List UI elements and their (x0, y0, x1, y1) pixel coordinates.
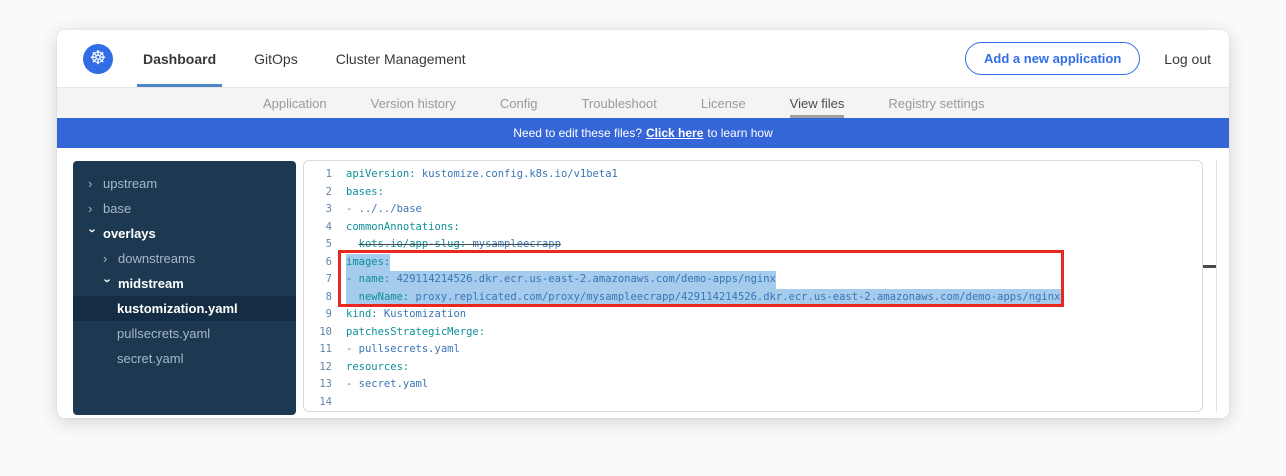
line-number: 7 (304, 271, 332, 289)
add-new-application-button[interactable]: Add a new application (965, 42, 1140, 75)
tree-item-label: pullsecrets.yaml (117, 326, 210, 341)
tree-item-label: overlays (103, 226, 156, 241)
chevron-down-icon: › (87, 229, 100, 239)
top-bar: ☸ Dashboard GitOps Cluster Management Add … (57, 30, 1229, 88)
folder-overlays[interactable]: ›overlays (73, 221, 296, 246)
selected-text: images: (346, 254, 390, 272)
code-text: commonAnnotations: (332, 219, 460, 237)
view-files-content: ›upstream›base›overlays›downstreams›mids… (57, 148, 1229, 418)
editor-scrollbar-track (1216, 160, 1217, 412)
selected-text: - name: 429114214526.dkr.ecr.us-east-2.a… (346, 271, 776, 289)
code-line-4: 4commonAnnotations: (304, 219, 1202, 237)
admin-console-window: ☸ Dashboard GitOps Cluster Management Add … (57, 30, 1229, 418)
code-line-1: 1apiVersion: kustomize.config.k8s.io/v1b… (304, 166, 1202, 184)
code-line-10: 10patchesStrategicMerge: (304, 324, 1202, 342)
folder-upstream[interactable]: › upstream (73, 171, 296, 196)
banner-text: Need to edit these files? (513, 126, 642, 140)
line-number: 14 (304, 394, 332, 412)
tree-item-label: secret.yaml (117, 351, 183, 366)
file-pullsecrets-yaml[interactable]: pullsecrets.yaml (73, 321, 296, 346)
line-number: 3 (304, 201, 332, 219)
tree-item-label: base (103, 201, 131, 216)
app-nav-tab-license[interactable]: License (701, 88, 746, 118)
folder-base[interactable]: › base (73, 196, 296, 221)
code-text: - name: 429114214526.dkr.ecr.us-east-2.a… (332, 271, 776, 289)
chevron-down-icon: › (102, 279, 115, 289)
line-number: 9 (304, 306, 332, 324)
top-bar-spacer (472, 30, 965, 87)
application-nav: Application Version history Config Troubles… (57, 88, 1229, 118)
tree-item-label: kustomization.yaml (117, 301, 238, 316)
line-number: 4 (304, 219, 332, 237)
code-text: - secret.yaml (332, 376, 428, 394)
edit-files-banner: Need to edit these files? Click here to … (57, 118, 1229, 148)
text-cursor (1061, 290, 1063, 302)
app-nav-tab-troubleshoot[interactable]: Troubleshoot (581, 88, 656, 118)
code-text: images: (332, 254, 390, 272)
code-text: - pullsecrets.yaml (332, 341, 460, 359)
app-nav-tab-application[interactable]: Application (263, 88, 327, 118)
code-line-7: 7 - name: 429114214526.dkr.ecr.us-east-2.… (304, 271, 1202, 289)
code-text: bases: (332, 184, 384, 202)
app-nav-tab-version-history[interactable]: Version history (371, 88, 456, 118)
editor-scrollbar-thumb[interactable] (1203, 265, 1216, 268)
line-number: 10 (304, 324, 332, 342)
app-nav-tab-view-files[interactable]: View files (790, 88, 845, 118)
kubernetes-logo-icon: ☸ (83, 44, 113, 74)
line-number: 12 (304, 359, 332, 377)
chevron-right-icon: › (88, 177, 98, 190)
file-kustomization-yaml[interactable]: kustomization.yaml (73, 296, 296, 321)
code-text: kind: Kustomization (332, 306, 466, 324)
top-nav-tab-gitops[interactable]: GitOps (248, 30, 304, 87)
code-text (332, 394, 346, 412)
file-secret-yaml[interactable]: secret.yaml (73, 346, 296, 371)
line-number: 2 (304, 184, 332, 202)
line-number: 11 (304, 341, 332, 359)
chevron-right-icon: › (103, 252, 113, 265)
banner-suffix: to learn how (707, 126, 772, 140)
line-number: 13 (304, 376, 332, 394)
code-editor[interactable]: 1apiVersion: kustomize.config.k8s.io/v1b… (303, 160, 1203, 412)
top-nav-tabs: Dashboard GitOps Cluster Management (137, 30, 472, 87)
code-text: patchesStrategicMerge: (332, 324, 485, 342)
tree-item-label: upstream (103, 176, 157, 191)
code-text: kots.io/app-slug: mysampleecrapp (332, 236, 561, 254)
selected-text: newName: proxy.replicated.com/proxy/mysa… (346, 289, 1063, 307)
top-nav-tab-dashboard[interactable]: Dashboard (137, 30, 222, 87)
chevron-right-icon: › (88, 202, 98, 215)
folder-midstream[interactable]: ›midstream (73, 271, 296, 296)
line-number: 5 (304, 236, 332, 254)
code-line-8: 8 newName: proxy.replicated.com/proxy/my… (304, 289, 1202, 307)
line-number: 1 (304, 166, 332, 184)
code-line-6: 6 images: (304, 254, 1202, 272)
app-nav-tab-config[interactable]: Config (500, 88, 538, 118)
code-line-12: 12resources: (304, 359, 1202, 377)
code-line-11: 11- pullsecrets.yaml (304, 341, 1202, 359)
code-line-9: 9kind: Kustomization (304, 306, 1202, 324)
code-text: newName: proxy.replicated.com/proxy/mysa… (332, 289, 1063, 307)
code-line-2: 2bases: (304, 184, 1202, 202)
folder-downstreams[interactable]: › downstreams (73, 246, 296, 271)
code-line-13: 13- secret.yaml (304, 376, 1202, 394)
line-number: 6 (304, 254, 332, 272)
code-text: - ../../base (332, 201, 422, 219)
tree-item-label: downstreams (118, 251, 195, 266)
tree-item-label: midstream (118, 276, 184, 291)
banner-click-here-link[interactable]: Click here (646, 126, 703, 140)
log-out-button[interactable]: Log out (1164, 51, 1211, 67)
top-nav-tab-cluster-management[interactable]: Cluster Management (330, 30, 472, 87)
code-line-3: 3- ../../base (304, 201, 1202, 219)
code-text: apiVersion: kustomize.config.k8s.io/v1be… (332, 166, 618, 184)
code-line-5: 5 kots.io/app-slug: mysampleecrapp (304, 236, 1202, 254)
code-line-14: 14 (304, 394, 1202, 412)
app-nav-tab-registry-settings[interactable]: Registry settings (888, 88, 984, 118)
line-number: 8 (304, 289, 332, 307)
code-text: resources: (332, 359, 409, 377)
code-lines: 1apiVersion: kustomize.config.k8s.io/v1b… (304, 166, 1202, 411)
file-tree: ›upstream›base›overlays›downstreams›mids… (73, 161, 296, 415)
